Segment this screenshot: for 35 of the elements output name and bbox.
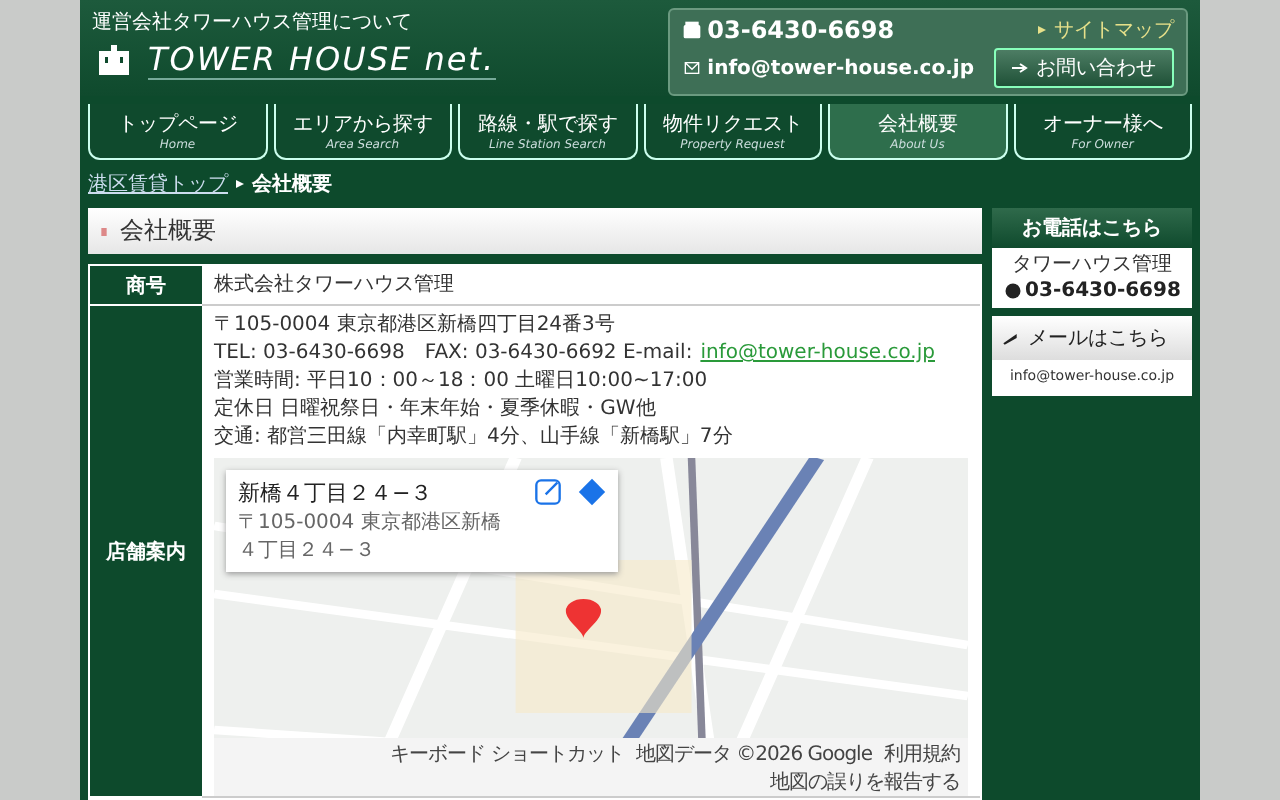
sitemap-link[interactable]: サイトマップ [1054, 16, 1174, 44]
email-link[interactable]: info@tower-house.co.jp [700, 340, 935, 366]
contact-button[interactable]: お問い合わせ [994, 48, 1174, 88]
place-title: 新橋４丁目２４−３ [238, 478, 435, 508]
arrow-icon [1012, 62, 1028, 74]
header-email[interactable]: info@tower-house.co.jp [681, 57, 974, 79]
triangle-icon [1036, 24, 1048, 36]
page-title: 会社概要 [120, 214, 216, 248]
place-address: 〒105-0004 東京都港区新橋４丁目２４−３ [238, 509, 503, 564]
info-line: TEL: 03-6430-6698 FAX: 03-6430-6692 E-mail: [214, 340, 693, 366]
sidebar-phone: 03-6430-6698 [1003, 280, 1181, 302]
info-line: 〒105-0004 東京都港区新橋四丁目24番3号 [214, 312, 617, 338]
company-name: タワーハウス管理 [1012, 252, 1172, 278]
phone-heading: お電話はこちら [992, 208, 1192, 248]
map-placeholder[interactable]: 新橋４丁目２４−３ 〒105-0004 東京都港区新橋４丁目２４−３ キーボード ショートカット 地図データ ©2026 Google 利用規約 地図の誤りを報告する [214, 458, 968, 796]
map-footer-link[interactable]: 地図データ ©2026 Google [635, 740, 872, 768]
map-footer-link[interactable]: キーボード ショートカット [390, 740, 624, 768]
envelope-icon [681, 60, 702, 76]
tagline: 運営会社タワーハウス管理について [92, 9, 414, 36]
breadcrumb-current: 会社概要 [252, 171, 332, 198]
separator-icon [234, 178, 246, 190]
directions-icon [578, 478, 606, 506]
map-footer-link[interactable]: 利用規約 [884, 740, 960, 768]
info-line: 株式会社タワーハウス管理 [214, 272, 456, 298]
pen-icon [998, 330, 1022, 346]
map-footer-link[interactable]: 地図の誤りを報告する [770, 768, 960, 796]
breadcrumb-link[interactable]: 港区賃貸トップ [88, 170, 228, 198]
header-phone: 03-6430-6698 [681, 16, 974, 44]
info-line: 定休日 日曜祝祭日・年末年始・夏季休暇・GW他 [214, 396, 658, 422]
info-line: 交通: 都営三田線「内幸町駅」4分、山手線「新橋駅」7分 [214, 424, 735, 450]
logo-text[interactable]: TOWER HOUSE net. [148, 40, 496, 80]
mail-heading-text: メールはこちら [1028, 326, 1168, 352]
mail-heading[interactable]: メールはこちら [992, 316, 1192, 360]
open-external-icon [534, 478, 562, 506]
info-line: 営業時間: 平日10：00～18：00 土曜日10:00~17:00 [214, 368, 710, 394]
